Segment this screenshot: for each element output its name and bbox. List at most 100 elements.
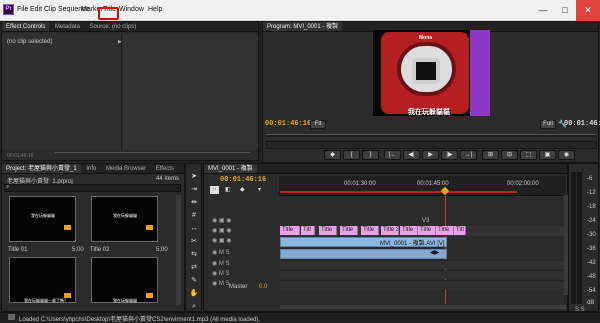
lift-button[interactable]: ⊞	[482, 150, 499, 160]
timeline-horizontal-scrollbar[interactable]	[280, 305, 566, 309]
step-back-button[interactable]: ◀|	[403, 150, 420, 160]
menu-clip[interactable]: Clip	[44, 6, 56, 13]
track-v2-controls[interactable]: ◉ ▣ ◉	[212, 227, 231, 236]
program-current-timecode[interactable]: 00:01:46:16	[265, 120, 311, 128]
rate-stretch-tool-icon[interactable]: ↔	[189, 224, 199, 234]
right-audio-meter	[577, 172, 582, 304]
pen-tool-icon[interactable]: ✎	[189, 276, 199, 286]
timeline-title-clip[interactable]: Titl	[301, 226, 315, 235]
timeline-title-clip[interactable]: Title	[340, 226, 358, 235]
play-button[interactable]: ▶	[422, 150, 439, 160]
master-volume-value[interactable]: 0.0	[259, 284, 267, 290]
project-tab[interactable]: Project: 老屋猫與小黃發_1	[2, 164, 81, 173]
zoom-tool-icon[interactable]: ⌕	[189, 302, 199, 312]
title-menu-highlight	[98, 7, 119, 20]
minimize-button[interactable]: —	[532, 0, 554, 21]
timeline-title-clip[interactable]: Title	[436, 226, 454, 235]
rolling-edit-tool-icon[interactable]: #	[189, 211, 199, 221]
quality-dropdown[interactable]: Full	[540, 120, 556, 129]
cat-face-image	[412, 58, 440, 84]
timeline-title-clip[interactable]: Title	[400, 226, 418, 235]
chevron-right-icon[interactable]: ▶	[118, 39, 122, 45]
meter-label-db: dB	[587, 300, 595, 306]
program-monitor-tab[interactable]: Program: MVI_0001 - 複製	[263, 22, 343, 31]
sequence-tab[interactable]: MVI_0001 - 複製	[204, 164, 257, 173]
video-subtitle: 我在玩躲貓貓	[408, 109, 450, 116]
timeline-settings-icon[interactable]: ▾	[258, 186, 261, 193]
go-to-out-button[interactable]: →|	[460, 150, 477, 160]
mark-out-button[interactable]: }	[362, 150, 379, 160]
safe-margins-button[interactable]: ◉	[558, 150, 575, 160]
track-select-tool-icon[interactable]: ⇥	[189, 185, 199, 195]
close-button[interactable]: ✕	[576, 0, 600, 21]
work-area-bar[interactable]	[280, 191, 517, 193]
premiere-app-icon[interactable]: Pr	[3, 4, 14, 15]
menu-window[interactable]: Window	[119, 6, 144, 13]
program-ruler[interactable]	[266, 141, 597, 149]
slide-tool-icon[interactable]: ⇄	[189, 263, 199, 273]
track-a1-controls[interactable]: ◉ M S	[212, 249, 230, 258]
timeline-title-clip[interactable]: Title 35	[381, 226, 399, 235]
maximize-button[interactable]: □	[554, 0, 576, 21]
track-v1-controls[interactable]: ◉ ▣ ◉	[212, 237, 231, 246]
timeline-title-clip[interactable]: Title	[361, 226, 379, 235]
track-a4-controls[interactable]: ◉ M S	[212, 280, 230, 289]
ripple-edit-tool-icon[interactable]: ⇹	[189, 198, 199, 208]
step-forward-button[interactable]: |▶	[441, 150, 458, 160]
project-thumbnail-title-03[interactable]: 我在玩躲貓貓一歲了嗎？	[9, 257, 76, 303]
track-a3-controls[interactable]: ◉ M S	[212, 270, 230, 279]
metadata-tab[interactable]: Metadata	[51, 22, 84, 31]
mark-in-button[interactable]: {	[343, 150, 360, 160]
effect-controls-tab[interactable]: Effect Controls	[2, 22, 50, 31]
project-search-input[interactable]	[4, 184, 181, 192]
track-v3-label[interactable]: V3	[422, 217, 437, 226]
effects-tab[interactable]: Effects	[152, 164, 178, 173]
project-thumbnail-title-02[interactable]: 我在玩躲貓貓	[91, 196, 158, 242]
menu-help[interactable]: Help	[148, 6, 162, 13]
audio-track-a3[interactable]	[280, 270, 567, 279]
title-badge-icon	[64, 225, 71, 230]
timeline-current-timecode[interactable]: 00:01:46:16	[220, 176, 266, 184]
timeline-title-clip[interactable]: Title	[418, 226, 436, 235]
project-thumbnail-title-01[interactable]: 我在玩躲貓貓	[9, 196, 76, 242]
razor-tool-icon[interactable]: ✂	[189, 237, 199, 247]
source-tab[interactable]: Source: (no clips)	[86, 22, 141, 31]
project-item-title-02[interactable]: Title 02	[90, 247, 109, 253]
export-frame-button[interactable]: ⬚	[520, 150, 537, 160]
trim-monitor-button[interactable]: ▣	[539, 150, 556, 160]
media-browser-tab[interactable]: Media Browser	[102, 164, 150, 173]
project-thumbnail-title-04[interactable]: 我在玩躲貓貓	[91, 257, 158, 303]
program-scrubber[interactable]	[266, 134, 597, 137]
project-scrollbar[interactable]	[176, 195, 181, 305]
track-v3-controls[interactable]: ◉ ▣ ◉	[212, 217, 231, 226]
extract-button[interactable]: ⊟	[501, 150, 518, 160]
track-a2-controls[interactable]: ◉ M S	[212, 260, 230, 269]
fit-dropdown[interactable]: Fit	[310, 120, 326, 129]
audio-clip-fx-icon: ◀▶	[430, 250, 440, 256]
thumbnail-subtitle: 我在玩躲貓貓	[113, 213, 137, 218]
thumbnail-subtitle: 我在玩躲貓貓	[113, 298, 137, 303]
info-tab[interactable]: Info	[82, 164, 100, 173]
slip-tool-icon[interactable]: ⇆	[189, 250, 199, 260]
tools-panel: ➤ ⇥ ⇹ # ↔ ✂ ⇆ ⇄ ✎ ✋ ⌕	[185, 163, 202, 312]
timeline-title-clip[interactable]: Titl	[454, 226, 466, 235]
meter-label-42: -42	[587, 260, 596, 266]
selection-tool-icon[interactable]: ➤	[189, 172, 199, 182]
go-to-in-button[interactable]: |←	[384, 150, 401, 160]
linked-selection-icon[interactable]: ◧	[225, 186, 231, 193]
timeline-title-clip[interactable]: Title	[319, 226, 337, 235]
snap-icon[interactable]: ⇔	[210, 186, 219, 194]
meter-label-6: -6	[587, 176, 593, 182]
hand-tool-icon[interactable]: ✋	[189, 289, 199, 299]
timeline-title-clip[interactable]: Title	[280, 226, 300, 235]
title-badge-icon	[146, 225, 153, 230]
add-marker-icon[interactable]: ◆	[240, 186, 245, 193]
audio-track-a4[interactable]	[280, 280, 567, 289]
menu-file[interactable]: File	[17, 6, 28, 13]
add-marker-button[interactable]: ◆	[324, 150, 341, 160]
timeline-audio-clip[interactable]	[280, 249, 447, 259]
project-item-title-01[interactable]: Title 01	[8, 247, 27, 253]
audio-track-a2[interactable]	[280, 260, 567, 269]
menu-edit[interactable]: Edit	[30, 6, 42, 13]
thumbnail-subtitle: 我在玩躲貓貓一歲了嗎？	[24, 298, 68, 303]
